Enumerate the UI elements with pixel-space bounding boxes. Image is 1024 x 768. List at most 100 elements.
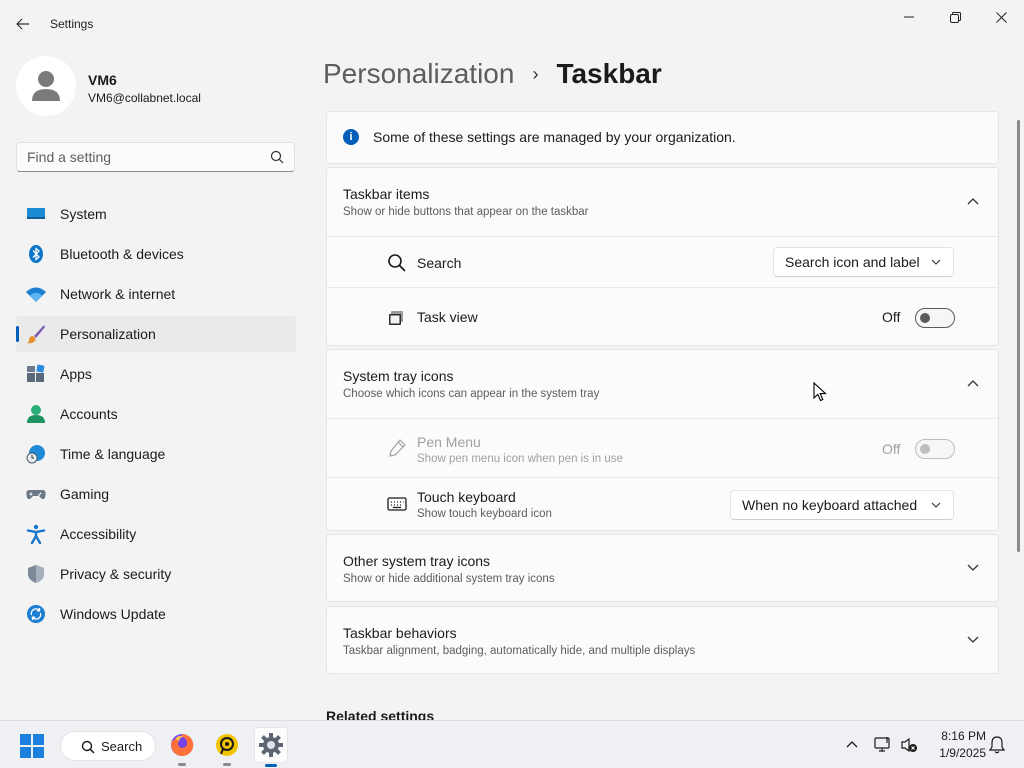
pen-menu-label: Pen Menu [417,434,481,450]
taskbar-search-label: Search [101,738,143,754]
user-profile[interactable]: VM6 VM6@collabnet.local [16,56,296,120]
sidebar-item-label: Accounts [60,406,118,422]
minimize-button[interactable] [886,4,932,30]
network-monitor-icon [874,737,890,752]
sidebar-item-label: Apps [60,366,92,382]
taskbar: Search 8:16 PM 1/9/2025 [0,720,1024,768]
section-title: Taskbar behaviors [343,625,457,641]
person-avatar-icon [32,71,60,101]
update-icon [27,605,45,623]
user-email: VM6@collabnet.local [88,91,201,105]
breadcrumb: Personalization › Taskbar [323,58,662,90]
system-icon [27,208,45,219]
search-mode-dropdown[interactable]: Search icon and label [773,247,954,277]
search-setting-row: Search Search icon and label [327,236,998,287]
accessibility-icon [26,524,46,544]
chevron-down-icon[interactable] [966,633,980,647]
notice-text: Some of these settings are managed by yo… [373,129,736,145]
remote-desktop-icon [216,734,238,756]
shield-icon [28,565,44,583]
sidebar-item-accounts[interactable]: Accounts [16,396,296,432]
tray-volume[interactable] [899,735,919,755]
app-title: Settings [50,17,94,31]
person-icon [27,405,45,423]
sidebar-item-label: Gaming [60,486,110,502]
chevron-up-icon [846,741,858,748]
tray-network[interactable] [873,735,893,755]
dropdown-value: When no keyboard attached [742,497,918,513]
taskbar-items-header[interactable]: Taskbar items Show or hide buttons that … [327,168,998,236]
search-icon[interactable] [270,150,284,164]
clock-date[interactable]: 1/9/2025 [924,746,986,760]
taskbar-search[interactable]: Search [60,731,156,761]
sidebar-item-label: Time & language [60,446,166,462]
clock-time[interactable]: 8:16 PM [930,729,986,743]
breadcrumb-separator: › [532,63,539,84]
brush-icon [27,325,45,344]
notification-button[interactable] [987,735,1007,755]
task-view-label: Task view [417,309,478,325]
chevron-up-icon[interactable] [966,376,980,390]
chevron-down-icon[interactable] [966,561,980,575]
search-box[interactable] [16,142,295,172]
task-view-row: Task view Off [327,287,998,346]
pen-menu-subtitle: Show pen menu icon when pen is in use [417,453,623,465]
close-icon [995,11,1007,23]
section-subtitle: Taskbar alignment, badging, automaticall… [343,645,696,657]
sidebar-item-label: Accessibility [60,526,137,542]
back-arrow-icon [16,18,29,30]
touch-keyboard-label: Touch keyboard [417,489,516,505]
sidebar-item-apps[interactable]: Apps [16,356,296,392]
section-subtitle: Show or hide buttons that appear on the … [343,206,589,218]
search-setting-label: Search [417,255,462,271]
search-input[interactable] [27,149,257,165]
taskbar-app-firefox[interactable] [166,729,198,766]
bell-icon [989,736,1005,754]
sidebar-item-privacy[interactable]: Privacy & security [16,556,296,592]
sidebar-item-accessibility[interactable]: Accessibility [16,516,296,552]
maximize-icon [949,11,961,23]
other-tray-card[interactable]: Other system tray icons Show or hide add… [326,534,999,602]
sidebar-item-label: Bluetooth & devices [60,246,184,262]
breadcrumb-parent[interactable]: Personalization [323,58,514,90]
managed-notice: i Some of these settings are managed by … [326,111,999,164]
pen-menu-row: Pen Menu Show pen menu icon when pen is … [327,418,998,477]
sidebar-item-personalization[interactable]: Personalization [16,316,296,352]
pen-menu-toggle[interactable] [915,439,955,459]
close-button[interactable] [978,4,1024,30]
windows-start-icon[interactable] [20,734,44,758]
taskbar-app-remote[interactable] [211,729,243,766]
sidebar-item-label: Network & internet [60,286,176,302]
section-subtitle: Show or hide additional system tray icon… [343,573,555,585]
tray-overflow-button[interactable] [842,735,862,755]
speaker-muted-icon [901,737,917,753]
sidebar-item-time-language[interactable]: Time & language [16,436,296,472]
user-name: VM6 [88,72,117,88]
system-tray-header[interactable]: System tray icons Choose which icons can… [327,350,998,418]
touch-keyboard-dropdown[interactable]: When no keyboard attached [730,490,954,520]
page-title: Taskbar [556,58,662,89]
chevron-up-icon[interactable] [966,194,980,208]
sidebar-item-windows-update[interactable]: Windows Update [16,596,296,632]
sidebar-item-network[interactable]: Network & internet [16,276,296,312]
taskbar-behaviors-card[interactable]: Taskbar behaviors Taskbar alignment, bad… [326,606,999,674]
keyboard-icon [387,497,407,511]
taskbar-app-settings[interactable] [254,727,288,767]
toggle-knob [920,313,930,323]
maximize-button[interactable] [932,4,978,30]
touch-keyboard-subtitle: Show touch keyboard icon [417,508,552,520]
sidebar-item-gaming[interactable]: Gaming [16,476,296,512]
task-view-toggle[interactable] [915,308,955,328]
sidebar-item-bluetooth[interactable]: Bluetooth & devices [16,236,296,272]
title-bar: Settings [0,0,1024,48]
scrollbar[interactable] [1017,120,1020,552]
search-icon [81,740,95,754]
apps-icon [27,364,45,382]
back-button[interactable] [8,10,38,38]
sidebar-item-system[interactable]: System [16,196,296,232]
info-icon: i [343,129,359,145]
taskbar-items-card: Taskbar items Show or hide buttons that … [326,167,999,346]
pen-icon [389,439,406,457]
sidebar-item-label: System [60,206,107,222]
touch-keyboard-row: Touch keyboard Show touch keyboard icon … [327,477,998,531]
